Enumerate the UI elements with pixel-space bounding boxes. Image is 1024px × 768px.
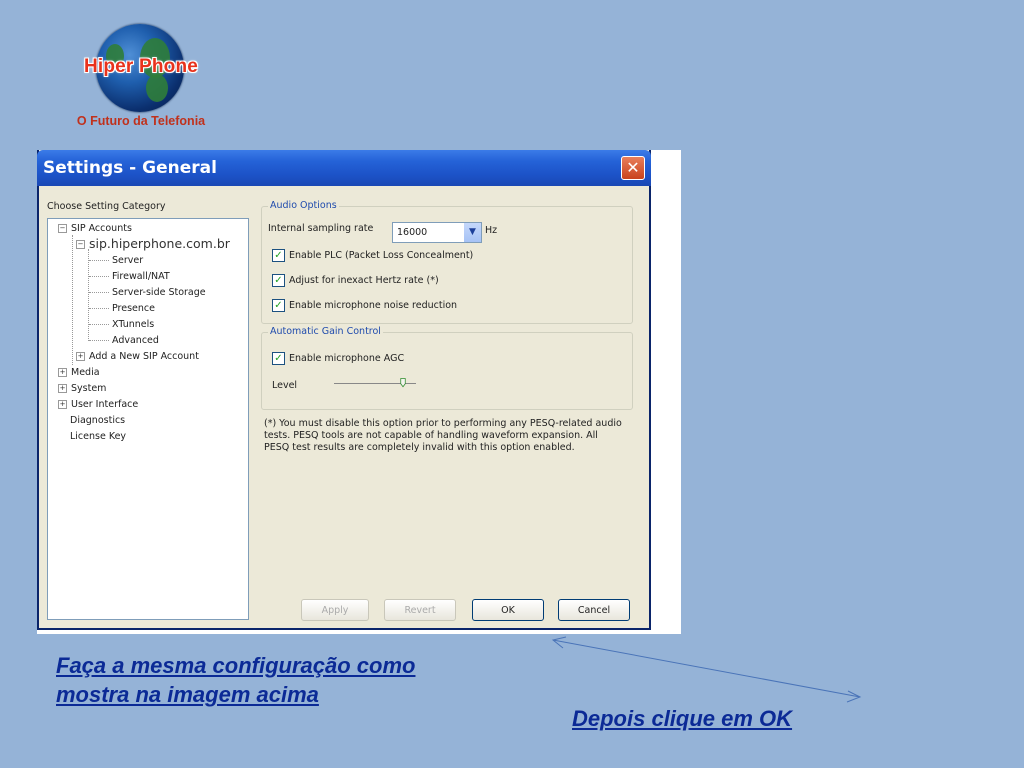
pointer-arrow	[551, 636, 862, 703]
